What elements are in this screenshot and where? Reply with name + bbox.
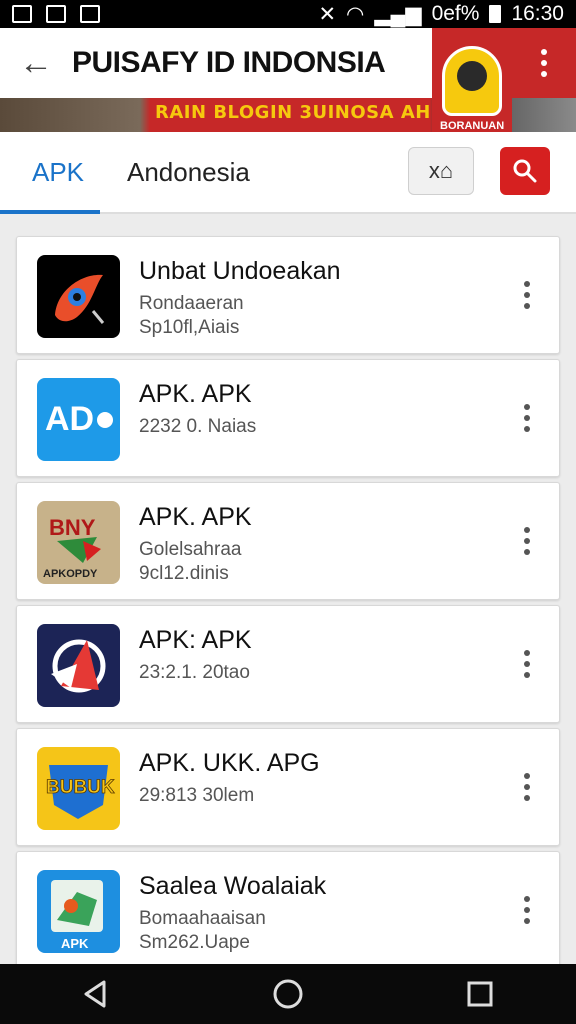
item-texts: Unbat Undoeakan Rondaaeran Sp10fl,Aiais: [139, 257, 499, 340]
mute-icon: ✕: [318, 2, 337, 26]
back-triangle-icon[interactable]: [76, 974, 116, 1014]
ad-logo-icon: [442, 46, 502, 116]
dot: [541, 71, 547, 77]
app-name: APK: APK: [139, 626, 252, 654]
icon-label-bottom: APKOPDY: [43, 568, 98, 580]
dot: [541, 60, 547, 66]
home-circle-icon[interactable]: [268, 974, 308, 1014]
tab-andonesia[interactable]: Andonesia: [127, 132, 250, 212]
icon-label-top: BUBUK: [46, 777, 115, 798]
clock: 16:30: [511, 2, 564, 25]
app-meta: Rondaaeran: [139, 293, 244, 314]
title-row: ← PUISAFY ID INDONSIA: [0, 28, 440, 98]
app-meta: Bomaahaaisan: [139, 908, 266, 929]
battery-percent: 0ef%: [431, 2, 480, 25]
search-icon: [513, 159, 537, 183]
app-name: APK. APK: [139, 503, 252, 531]
page-title: PUISAFY ID INDONSIA: [72, 46, 386, 79]
battery-icon: [489, 5, 502, 23]
app-meta: 2232 0. Naias: [139, 416, 257, 437]
tab-bar: APK Andonesia: [0, 132, 576, 214]
icon-label-bottom: APK: [61, 936, 89, 951]
item-texts: APK. UKK. APG 29:813 30lem: [139, 749, 499, 808]
app-meta: 23:2.1. 20tao: [139, 662, 250, 683]
more-options-button[interactable]: [515, 273, 539, 317]
app-name: APK. APK: [139, 380, 252, 408]
recents-square-icon[interactable]: [460, 974, 500, 1014]
list-item[interactable]: AD APK. APK 2232 0. Naias: [16, 359, 560, 477]
status-bar: ✕ ◠ ▂▄▆ 0ef% 16:30: [0, 0, 576, 28]
banner-text: RAIN BLOGIN 3UINOSA AHNAK: [155, 102, 476, 123]
system-status: ✕ ◠ ▂▄▆ 0ef% 16:30: [318, 2, 564, 27]
app-meta-2: Sm262.Uape: [139, 932, 250, 953]
app-name: APK. UKK. APG: [139, 749, 320, 777]
apkopdy-app-icon: BNY APKOPDY: [37, 501, 120, 584]
more-options-button[interactable]: [515, 765, 539, 809]
back-button[interactable]: ←: [0, 28, 72, 98]
list-item[interactable]: BNY APKOPDY APK. APK Golelsahraa 9cl12.d…: [16, 482, 560, 600]
app-list: Unbat Undoeakan Rondaaeran Sp10fl,Aiais …: [16, 236, 560, 974]
rocket-app-icon: [37, 624, 120, 707]
item-texts: Saalea Woalaiak Bomaahaaisan Sm262.Uape: [139, 872, 499, 955]
back-arrow-icon: ←: [19, 43, 53, 82]
more-options-button[interactable]: [515, 888, 539, 932]
app-name: Unbat Undoeakan: [139, 257, 341, 285]
search-button[interactable]: [500, 147, 550, 195]
more-options-button[interactable]: [515, 396, 539, 440]
home-button[interactable]: x⌂: [408, 147, 474, 195]
app-meta: 29:813 30lem: [139, 785, 255, 806]
list-item[interactable]: BUBUK APK. UKK. APG 29:813 30lem: [16, 728, 560, 846]
svg-text:AD: AD: [45, 400, 94, 438]
list-item[interactable]: APK Saalea Woalaiak Bomaahaaisan Sm262.U…: [16, 851, 560, 969]
dot: [541, 49, 547, 55]
map-app-icon: APK: [37, 870, 120, 953]
list-item[interactable]: Unbat Undoeakan Rondaaeran Sp10fl,Aiais: [16, 236, 560, 354]
more-options-button[interactable]: [515, 642, 539, 686]
system-nav-bar: [0, 964, 576, 1024]
shield-app-icon: BUBUK: [37, 747, 120, 830]
brush-app-icon: [37, 255, 120, 338]
app-name: Saalea Woalaiak: [139, 872, 327, 900]
app-meta-2: 9cl12.dinis: [139, 563, 229, 584]
apps-notification-icon: [80, 5, 100, 23]
notification-icons: [12, 5, 100, 23]
item-texts: APK. APK Golelsahraa 9cl12.dinis: [139, 503, 499, 586]
icon-label-top: BNY: [49, 515, 96, 540]
more-options-button[interactable]: [515, 519, 539, 563]
app-meta: Golelsahraa: [139, 539, 242, 560]
ad-logo-emblem: [457, 61, 487, 91]
app-bar: ← PUISAFY ID INDONSIA RAIN BLOGIN 3UINOS…: [0, 28, 576, 132]
app-meta-2: Sp10fl,Aiais: [139, 317, 240, 338]
image-notification-icon: [46, 5, 66, 23]
ad-caption: BORANUAN: [440, 120, 505, 132]
gallery-notification-icon: [12, 5, 32, 23]
overflow-menu-button[interactable]: [512, 28, 576, 98]
active-tab-indicator: [0, 210, 100, 214]
list-item[interactable]: APK: APK 23:2.1. 20tao: [16, 605, 560, 723]
signal-icon: ▂▄▆: [374, 2, 422, 26]
item-texts: APK: APK 23:2.1. 20tao: [139, 626, 499, 685]
item-texts: APK. APK 2232 0. Naias: [139, 380, 499, 439]
ad-app-icon: AD: [37, 378, 120, 461]
ad-flag[interactable]: BORANUAN: [432, 28, 512, 132]
tab-apk[interactable]: APK: [32, 132, 84, 212]
wifi-icon: ◠: [346, 2, 365, 26]
